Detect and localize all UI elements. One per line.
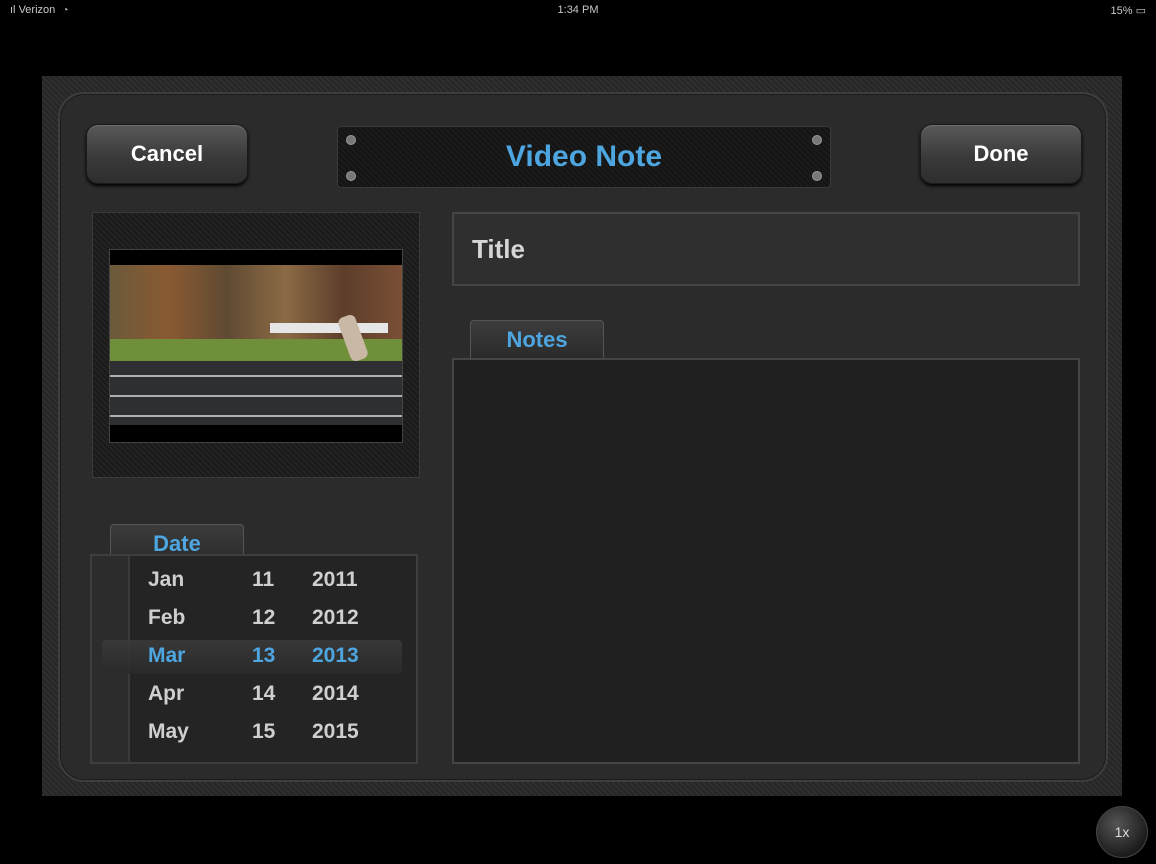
cancel-button[interactable]: Cancel xyxy=(86,124,248,184)
video-note-modal: Cancel Video Note Done Title Notes Date … xyxy=(42,76,1122,796)
picker-row-selected[interactable]: Mar 13 2013 xyxy=(148,638,418,674)
page-title-text: Video Note xyxy=(505,140,663,173)
notes-tab: Notes xyxy=(470,320,604,359)
screw-icon xyxy=(812,171,822,181)
video-frame-image xyxy=(110,265,402,425)
status-time: 1:34 PM xyxy=(557,4,599,16)
page-title: Video Note xyxy=(337,126,831,188)
battery-icon: ▭ xyxy=(1135,5,1146,17)
video-thumbnail-frame xyxy=(92,212,420,478)
picker-row[interactable]: Apr 14 2014 xyxy=(148,676,418,712)
notes-textarea[interactable] xyxy=(452,358,1080,764)
screw-icon xyxy=(812,135,822,145)
picker-row[interactable]: Feb 12 2012 xyxy=(148,600,418,636)
title-input[interactable]: Title xyxy=(452,212,1080,286)
screw-icon xyxy=(346,135,356,145)
done-button[interactable]: Done xyxy=(920,124,1082,184)
playback-speed-button[interactable]: 1x xyxy=(1096,806,1148,858)
picker-row[interactable]: May 15 2015 xyxy=(148,714,418,750)
modal-panel: Cancel Video Note Done Title Notes Date … xyxy=(58,92,1108,782)
picker-row[interactable]: Jan 11 2011 xyxy=(148,562,418,598)
battery-indicator: 15% ▭ xyxy=(1110,5,1147,17)
video-thumbnail[interactable] xyxy=(109,249,403,443)
screw-icon xyxy=(346,171,356,181)
date-picker[interactable]: Jan 11 2011 Feb 12 2012 Mar 13 2013 Apr … xyxy=(90,554,418,764)
status-bar: ıl Verizon ◔ 1:34 PM 15% ▭ xyxy=(0,0,1156,22)
